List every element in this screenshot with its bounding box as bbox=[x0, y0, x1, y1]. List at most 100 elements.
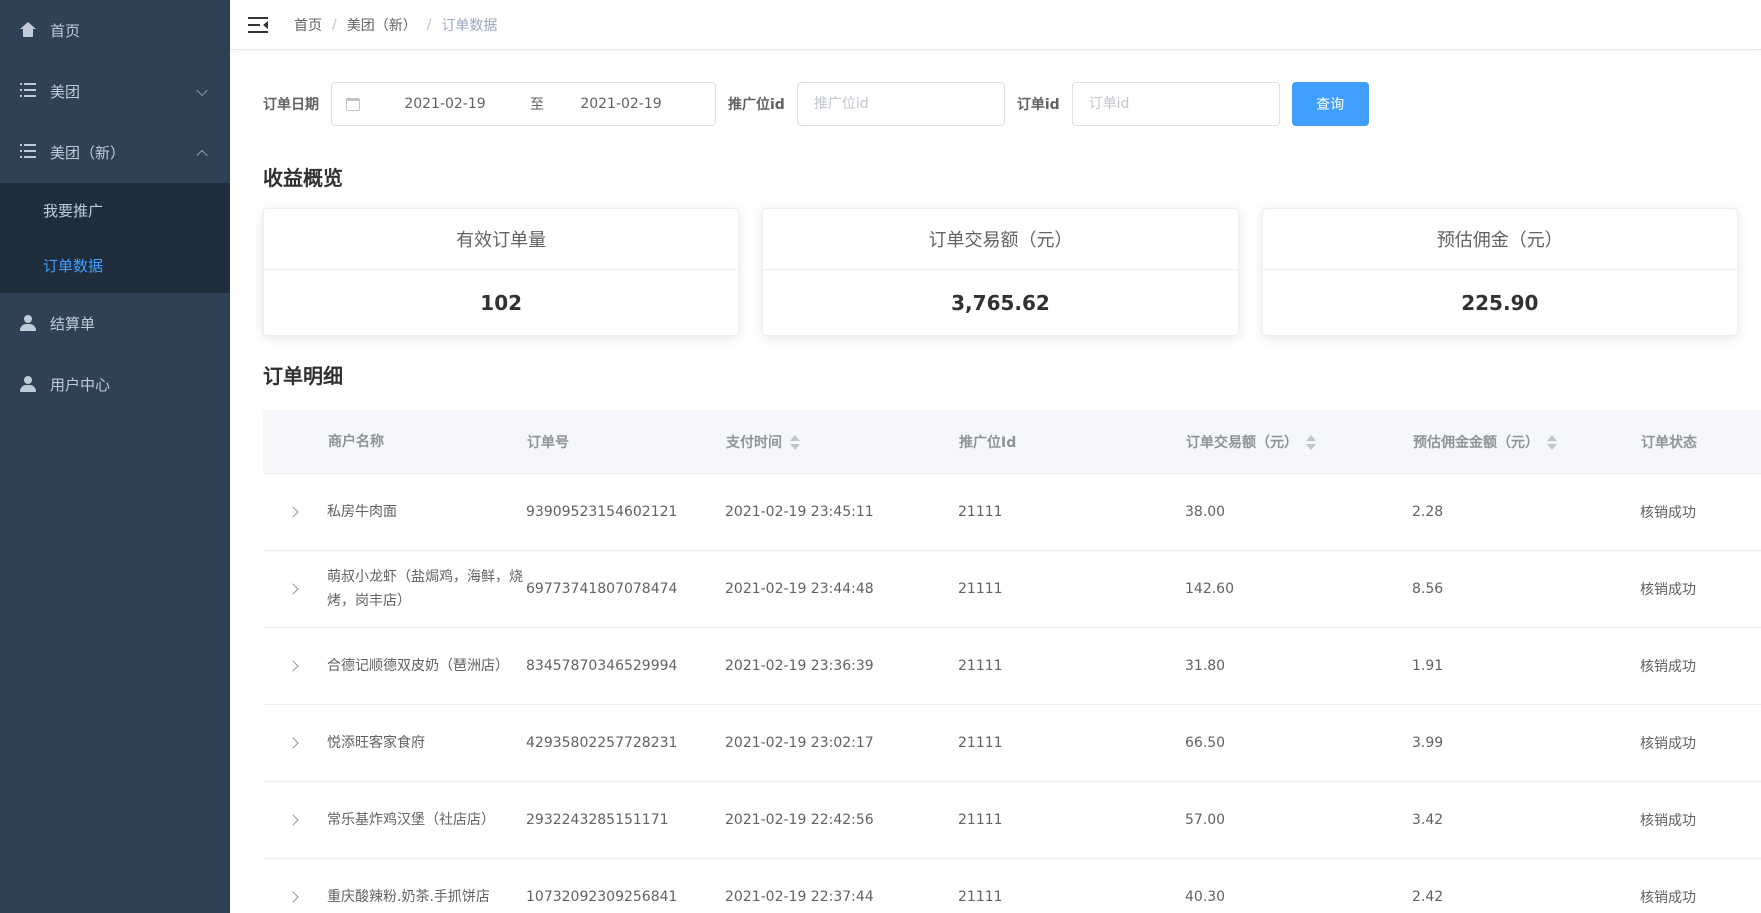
sidebar-item-order-data[interactable]: 订单数据 bbox=[0, 238, 230, 293]
sidebar-item-user-center[interactable]: 用户中心 bbox=[0, 354, 230, 415]
order-table: 商户名称 订单号 支付时间 推广位Id 订单交易额（元） 预估佣金金额（元） 订… bbox=[263, 410, 1761, 913]
date-range-separator: 至 bbox=[530, 97, 544, 113]
expand-row-icon[interactable] bbox=[287, 891, 299, 903]
cell-position-id: 21111 bbox=[958, 504, 1003, 520]
column-header-label: 支付时间 bbox=[726, 434, 782, 451]
sidebar-item-label: 美团（新） bbox=[50, 144, 126, 162]
column-header-merchant: 商户名称 bbox=[328, 433, 384, 450]
filter-form: 订单日期 2021-02-19 至 2021-02-19 推广位id 订单id … bbox=[263, 50, 1761, 158]
date-range-picker[interactable]: 2021-02-19 至 2021-02-19 bbox=[331, 82, 716, 126]
breadcrumb-home[interactable]: 首页 bbox=[294, 15, 322, 35]
date-end[interactable]: 2021-02-19 bbox=[566, 96, 676, 112]
cell-status: 核销成功 bbox=[1640, 659, 1696, 675]
expand-row-icon[interactable] bbox=[287, 506, 299, 518]
expand-row-icon[interactable] bbox=[287, 660, 299, 672]
menu-toggle-icon[interactable] bbox=[248, 16, 268, 33]
stat-card-valid-orders: 有效订单量 102 bbox=[263, 208, 740, 336]
stat-card-order-amount: 订单交易额（元） 3,765.62 bbox=[762, 208, 1239, 336]
cell-amount: 142.60 bbox=[1185, 581, 1234, 597]
breadcrumb-current: 订单数据 bbox=[441, 17, 498, 34]
cell-amount: 38.00 bbox=[1185, 504, 1226, 520]
table-row: 合德记顺德双皮奶（琶洲店） 83457870346529994 2021-02-… bbox=[263, 628, 1761, 705]
column-header-label: 订单交易额（元） bbox=[1186, 434, 1298, 451]
expand-row-icon[interactable] bbox=[287, 583, 299, 595]
cell-position-id: 21111 bbox=[958, 735, 1003, 751]
cell-order-no: 42935802257728231 bbox=[526, 735, 678, 751]
sidebar: 首页 美团 美团（新） 我要推广 订单数据 结算单 用户中心 bbox=[0, 0, 230, 913]
cell-pay-time: 2021-02-19 23:02:17 bbox=[725, 735, 874, 751]
cell-merchant: 重庆酸辣粉.奶茶.手抓饼店 bbox=[327, 889, 490, 905]
chevron-down-icon bbox=[196, 84, 208, 96]
table-row: 重庆酸辣粉.奶茶.手抓饼店 10732092309256841 2021-02-… bbox=[263, 859, 1761, 913]
cell-order-no: 2932243285151171 bbox=[526, 812, 669, 828]
stat-card-label: 预估佣金（元） bbox=[1262, 209, 1737, 270]
cell-position-id: 21111 bbox=[958, 889, 1003, 905]
list-icon bbox=[20, 143, 38, 162]
details-title: 订单明细 bbox=[263, 364, 343, 388]
sidebar-item-meituan[interactable]: 美团 bbox=[0, 61, 230, 122]
cell-order-no: 69773741807078474 bbox=[526, 581, 678, 597]
order-id-input[interactable] bbox=[1071, 82, 1280, 126]
cell-amount: 57.00 bbox=[1185, 812, 1226, 828]
cell-amount: 66.50 bbox=[1185, 735, 1226, 751]
cell-amount: 40.30 bbox=[1185, 889, 1226, 905]
stat-card-value: 225.90 bbox=[1461, 291, 1539, 315]
cell-commission: 1.91 bbox=[1412, 658, 1444, 674]
column-header-status: 订单状态 bbox=[1641, 434, 1697, 451]
cell-pay-time: 2021-02-19 23:44:48 bbox=[725, 581, 874, 597]
stat-card-label: 订单交易额（元） bbox=[763, 209, 1238, 270]
date-start[interactable]: 2021-02-19 bbox=[390, 96, 500, 112]
cell-merchant: 悦添旺客家食府 bbox=[327, 735, 425, 751]
sort-icon[interactable] bbox=[1306, 434, 1316, 451]
cell-order-no: 10732092309256841 bbox=[526, 889, 678, 905]
top-navbar: 首页 / 美团（新） / 订单数据 bbox=[230, 0, 1761, 50]
cell-status: 核销成功 bbox=[1640, 890, 1696, 906]
cell-commission: 3.42 bbox=[1412, 812, 1444, 828]
column-header-pay-time[interactable]: 支付时间 bbox=[725, 432, 958, 452]
cell-position-id: 21111 bbox=[958, 581, 1003, 597]
cell-pay-time: 2021-02-19 23:36:39 bbox=[725, 658, 874, 674]
cell-pay-time: 2021-02-19 22:37:44 bbox=[725, 889, 874, 905]
sidebar-item-label: 用户中心 bbox=[50, 376, 111, 394]
table-header: 商户名称 订单号 支付时间 推广位Id 订单交易额（元） 预估佣金金额（元） 订… bbox=[263, 410, 1761, 474]
table-row: 悦添旺客家食府 42935802257728231 2021-02-19 23:… bbox=[263, 705, 1761, 782]
cell-merchant: 常乐基炸鸡汉堡（社店店） bbox=[327, 812, 495, 828]
list-icon bbox=[20, 82, 38, 101]
cell-merchant: 萌叔小龙虾（盐焗鸡，海鲜，烧烤，岗丰店） bbox=[327, 569, 523, 609]
position-id-input[interactable] bbox=[796, 82, 1005, 126]
home-icon bbox=[20, 21, 38, 40]
sort-icon[interactable] bbox=[1547, 434, 1557, 451]
user-icon bbox=[20, 314, 38, 333]
sort-icon[interactable] bbox=[790, 434, 800, 451]
position-id-label: 推广位id bbox=[728, 97, 785, 113]
cell-order-no: 83457870346529994 bbox=[526, 658, 678, 674]
query-button[interactable]: 查询 bbox=[1291, 82, 1369, 126]
date-label: 订单日期 bbox=[263, 97, 319, 113]
stat-card-label: 有效订单量 bbox=[264, 209, 739, 270]
order-id-label: 订单id bbox=[1016, 97, 1060, 113]
table-row: 常乐基炸鸡汉堡（社店店） 2932243285151171 2021-02-19… bbox=[263, 782, 1761, 859]
column-header-order-no: 订单号 bbox=[527, 434, 569, 451]
column-header-label: 预估佣金金额（元） bbox=[1413, 434, 1539, 451]
overview-cards: 有效订单量 102 订单交易额（元） 3,765.62 预估佣金（元） 225.… bbox=[263, 208, 1761, 336]
overview-title: 收益概览 bbox=[263, 166, 343, 190]
sidebar-item-promote[interactable]: 我要推广 bbox=[0, 183, 230, 238]
breadcrumb-separator: / bbox=[426, 16, 432, 33]
cell-position-id: 21111 bbox=[958, 812, 1003, 828]
cell-commission: 2.28 bbox=[1412, 504, 1444, 520]
submenu: 我要推广 订单数据 bbox=[0, 183, 230, 293]
sidebar-item-settlement[interactable]: 结算单 bbox=[0, 293, 230, 354]
expand-row-icon[interactable] bbox=[287, 737, 299, 749]
table-row: 私房牛肉面 93909523154602121 2021-02-19 23:45… bbox=[263, 474, 1761, 551]
cell-status: 核销成功 bbox=[1640, 505, 1696, 521]
sidebar-item-meituan-new[interactable]: 美团（新） bbox=[0, 122, 230, 183]
expand-row-icon[interactable] bbox=[287, 814, 299, 826]
column-header-amount[interactable]: 订单交易额（元） bbox=[1185, 432, 1412, 452]
cell-position-id: 21111 bbox=[958, 658, 1003, 674]
cell-commission: 2.42 bbox=[1412, 889, 1444, 905]
breadcrumb-section[interactable]: 美团（新） bbox=[347, 15, 417, 35]
sidebar-item-label: 结算单 bbox=[50, 315, 96, 333]
sidebar-item-home[interactable]: 首页 bbox=[0, 0, 230, 61]
column-header-commission[interactable]: 预估佣金金额（元） bbox=[1412, 432, 1640, 452]
cell-amount: 31.80 bbox=[1185, 658, 1226, 674]
